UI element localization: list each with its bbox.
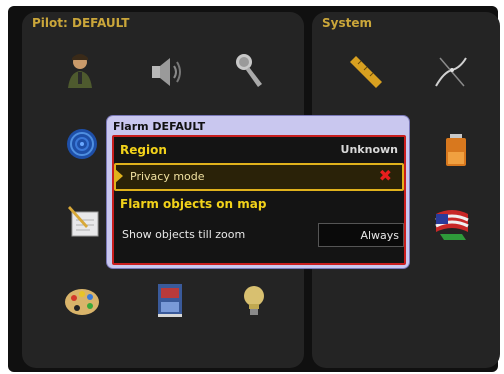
show-objects-row[interactable]: Show objects till zoom Always: [114, 221, 404, 247]
route-icon[interactable]: [430, 52, 470, 92]
ruler-icon[interactable]: [346, 52, 386, 92]
dialog-title: Flarm DEFAULT: [113, 120, 206, 133]
flarm-dialog: Flarm DEFAULT Region Unknown Privacy mod…: [107, 116, 409, 268]
region-row[interactable]: Region Unknown: [114, 137, 404, 163]
flarm-objects-label: Flarm objects on map: [120, 197, 267, 211]
show-objects-label: Show objects till zoom: [122, 228, 246, 241]
microphone-icon[interactable]: [230, 50, 270, 90]
system-panel-title: System: [322, 16, 372, 30]
privacy-mode-label: Privacy mode: [130, 170, 205, 183]
region-value: Unknown: [340, 143, 398, 156]
flarm-objects-header: Flarm objects on map: [114, 191, 404, 217]
notepad-icon[interactable]: [64, 200, 104, 240]
lightbulb-icon[interactable]: [234, 282, 274, 322]
book-icon[interactable]: [150, 280, 190, 320]
dialog-body: Region Unknown Privacy mode ✖ Flarm obje…: [112, 135, 406, 265]
zoom-select-value: Always: [360, 229, 399, 242]
flag-icon[interactable]: [432, 204, 472, 244]
pilot-avatar-icon[interactable]: [60, 50, 100, 90]
selection-arrow-icon: [114, 168, 123, 184]
privacy-mode-off-icon[interactable]: ✖: [379, 168, 392, 184]
pilot-panel-title: Pilot: DEFAULT: [32, 16, 130, 30]
region-label: Region: [120, 143, 167, 157]
speaker-icon[interactable]: [146, 52, 186, 92]
battery-icon[interactable]: [436, 130, 476, 170]
zoom-select[interactable]: Always: [318, 223, 404, 247]
privacy-mode-row[interactable]: Privacy mode ✖: [114, 163, 404, 191]
globe-icon[interactable]: [62, 124, 102, 164]
palette-icon[interactable]: [62, 280, 102, 320]
